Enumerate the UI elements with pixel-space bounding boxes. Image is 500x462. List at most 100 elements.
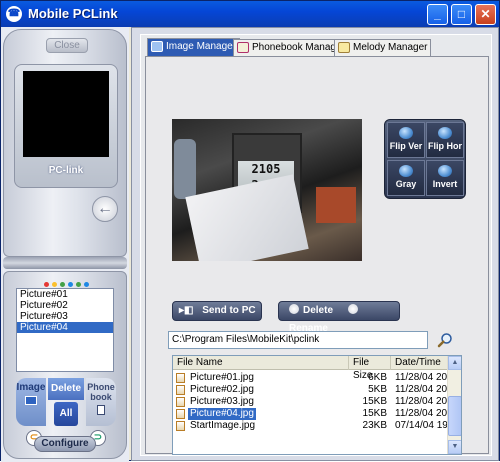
file-name: StartImage.jpg (190, 420, 256, 431)
flip-hor-label: Flip Hor (428, 141, 462, 151)
picture-list[interactable]: Picture#01 Picture#02 Picture#03 Picture… (16, 288, 114, 372)
column-header-file-name[interactable]: File Name (173, 356, 349, 370)
all-button[interactable]: All (54, 402, 78, 426)
file-date: 11/28/04 20:0 (395, 384, 449, 395)
phone-delete-button[interactable]: Delete (48, 378, 84, 400)
delete-label: Delete (303, 305, 334, 316)
vertical-scrollbar[interactable]: ▲ ▼ (447, 356, 461, 454)
image-icon (25, 396, 37, 405)
tab-melody-manager[interactable]: Melody Manager (334, 39, 432, 56)
file-date: 11/28/04 20:0 (395, 372, 449, 383)
image-mode-label: Image (16, 382, 46, 393)
phone-lower-body: Picture#01 Picture#02 Picture#03 Picture… (3, 271, 127, 459)
file-date: 11/28/04 20:0 (395, 408, 449, 419)
minimize-button[interactable]: _ (427, 4, 448, 25)
column-header-file-size[interactable]: File Size (349, 356, 391, 381)
tab-label: Phonebook Manager (252, 42, 345, 53)
phonebook-icon (237, 42, 249, 53)
phone-screen-frame: PC-link (14, 64, 118, 188)
file-size: 15KB (362, 396, 387, 407)
file-size: 5KB (368, 384, 387, 395)
scroll-up-icon[interactable]: ▲ (448, 356, 461, 370)
file-icon (176, 385, 185, 395)
gray-button[interactable]: Gray (387, 160, 425, 196)
search-icon[interactable] (437, 332, 453, 348)
file-size: 23KB (362, 420, 387, 431)
column-header-date-time[interactable]: Date/Time (391, 356, 449, 370)
table-header: File Name File Size Date/Time (173, 356, 449, 381)
app-icon: ☎ (6, 6, 22, 22)
file-name: Picture#03.jpg (190, 396, 254, 407)
delete-button[interactable]: Delete (289, 304, 334, 316)
list-item[interactable]: Picture#01 (17, 289, 113, 300)
preview-object (316, 187, 356, 223)
tab-phonebook-manager[interactable]: Phonebook Manager (233, 39, 349, 56)
effects-panel: Flip Ver Flip Hor Gray Invert (384, 119, 466, 199)
status-dot (60, 282, 65, 287)
title-bar[interactable]: ☎ Mobile PCLink _ □ ✕ (1, 1, 499, 27)
tab-image-manager[interactable]: Image Manager (147, 38, 241, 56)
manager-panel: Image Manager Phonebook Manager Melody M… (131, 27, 499, 461)
table-row[interactable]: Picture#02.jpg 5KB 11/28/04 20:0 (173, 384, 449, 396)
knob-icon (399, 127, 413, 139)
phone-screen (23, 71, 109, 157)
flip-horizontal-button[interactable]: Flip Hor (426, 122, 464, 158)
status-dot (44, 282, 49, 287)
send-arrow-icon: ▸◧ (179, 305, 194, 316)
app-window: ☎ Mobile PCLink _ □ ✕ Close PC-link ← Pi… (0, 0, 500, 462)
list-item[interactable]: Picture#03 (17, 311, 113, 322)
scroll-down-icon[interactable]: ▼ (448, 440, 461, 454)
flip-ver-label: Flip Ver (389, 141, 423, 151)
melody-icon (338, 42, 350, 53)
phone-upper-body: Close PC-link ← (3, 29, 127, 257)
radio-icon (347, 304, 358, 314)
status-dot (52, 282, 57, 287)
send-to-pc-button[interactable]: ▸◧ Send to PC (172, 301, 262, 321)
phone-close-button[interactable]: Close (46, 38, 88, 53)
image-manager-content: 2105 2 15 Flip Ver Flip Hor Gray Invert … (145, 56, 489, 455)
path-input[interactable]: C:\Program Files\MobileKit\pclink (168, 331, 428, 349)
window-title: Mobile PCLink (28, 6, 118, 21)
scroll-thumb[interactable] (448, 396, 461, 436)
table-row[interactable]: StartImage.jpg 23KB 07/14/04 19:2 (173, 420, 449, 432)
list-item[interactable]: Picture#02 (17, 300, 113, 311)
delete-rename-bar: Delete Rename (278, 301, 400, 334)
tab-label: Melody Manager (353, 42, 428, 53)
list-item[interactable]: Picture#04 (17, 322, 113, 333)
flip-vertical-button[interactable]: Flip Ver (387, 122, 425, 158)
table-row[interactable]: Picture#03.jpg 15KB 11/28/04 20:0 (173, 396, 449, 408)
file-icon (176, 373, 185, 383)
gray-label: Gray (395, 179, 417, 189)
image-icon (151, 41, 163, 52)
file-date: 07/14/04 19:2 (395, 420, 449, 431)
file-size: 6KB (368, 372, 387, 383)
file-date: 11/28/04 20:0 (395, 396, 449, 407)
configure-button[interactable]: Configure (34, 436, 96, 452)
phonebook-mode-label: Phone book (87, 382, 115, 402)
phone-screen-label: PC-link (48, 165, 84, 176)
back-arrow-icon[interactable]: ← (92, 196, 118, 222)
file-table[interactable]: File Name File Size Date/Time Picture#01… (172, 355, 462, 455)
send-to-pc-label: Send to PC (202, 305, 256, 316)
file-name: Picture#01.jpg (190, 372, 254, 383)
phonebook-mode-button[interactable]: Phone book (86, 378, 116, 426)
file-size: 15KB (362, 408, 387, 419)
file-icon (176, 409, 185, 419)
radio-icon (289, 304, 299, 314)
knob-icon (399, 165, 413, 177)
close-button[interactable]: ✕ (475, 4, 496, 25)
invert-button[interactable]: Invert (426, 160, 464, 196)
file-name: Picture#04.jpg (188, 408, 256, 420)
table-row[interactable]: Picture#04.jpg 15KB 11/28/04 20:0 (173, 408, 449, 420)
phone-hinge (3, 257, 127, 269)
table-row[interactable]: Picture#01.jpg 6KB 11/28/04 20:0 (173, 372, 449, 384)
maximize-button[interactable]: □ (451, 4, 472, 25)
manager-inner: Image Manager Phonebook Manager Melody M… (140, 34, 492, 456)
image-preview: 2105 2 15 (172, 119, 362, 261)
phone-icon (97, 405, 105, 415)
preview-object (174, 139, 196, 199)
phone-panel: Close PC-link ← Picture#01 Picture#02 Pi… (1, 27, 129, 462)
status-dot (76, 282, 81, 287)
image-mode-button[interactable]: Image (16, 378, 46, 426)
lcd-line: 2105 (251, 162, 281, 176)
